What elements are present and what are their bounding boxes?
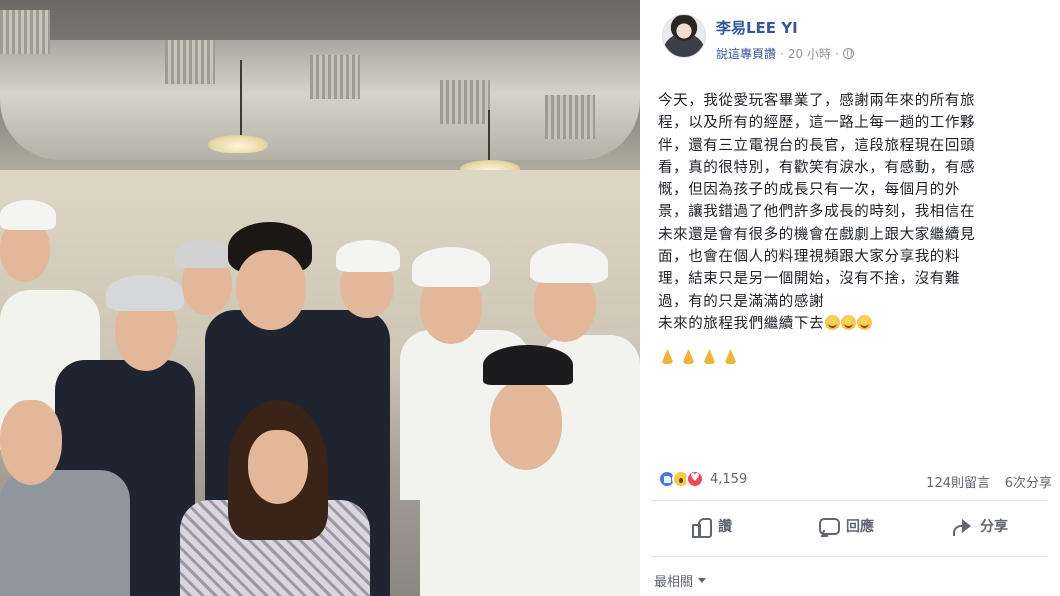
body-line: 看，真的很特別，有歡笑有淚水，有感動，有感 xyxy=(658,159,976,176)
grinning-face-icon xyxy=(857,314,873,330)
body-line: 景，讓我錯過了他們許多成長的時刻，我相信在 xyxy=(658,204,976,221)
share-count[interactable]: 6次分享 xyxy=(1005,472,1052,491)
like-label: 讚 xyxy=(718,519,732,535)
body-line: 程，以及所有的經歷，這一路上每一趟的工作夥 xyxy=(658,115,976,132)
person-face xyxy=(236,250,306,330)
avatar[interactable] xyxy=(662,14,706,58)
prayer-emoji-row xyxy=(658,348,740,365)
post-panel: 李易LEE YI 說這專頁讚 · 20 小時 · 今天，我從愛玩客畢業了，感謝兩… xyxy=(640,0,1060,596)
chef-coat xyxy=(420,450,640,596)
share-button[interactable]: 分享 xyxy=(952,516,1008,536)
meta-separator: · xyxy=(780,46,784,61)
comment-sort-dropdown[interactable]: 最相關 xyxy=(654,571,707,590)
post-body: 今天，我從愛玩客畢業了，感謝兩年來的所有旅 程，以及所有的經歷，這一路上每一趟的… xyxy=(658,90,1046,335)
timestamp[interactable]: 20 小時 xyxy=(788,45,831,62)
love-reaction-icon xyxy=(686,470,704,488)
folded-hands-icon xyxy=(658,348,677,365)
person-face xyxy=(248,430,308,504)
lamp-wire xyxy=(240,60,242,140)
chef-hat xyxy=(106,275,184,311)
ceiling-vent xyxy=(545,95,595,139)
sort-label: 最相關 xyxy=(654,575,694,590)
share-icon xyxy=(952,516,972,536)
person-face xyxy=(0,400,62,485)
reaction-count: 4,159 xyxy=(710,471,748,487)
ceiling-lamp xyxy=(208,135,268,153)
author-name[interactable]: 李易LEE YI xyxy=(716,17,798,38)
chef-hat xyxy=(175,240,233,268)
chef-hat xyxy=(412,247,490,287)
divider xyxy=(652,556,1048,557)
ceiling-vent xyxy=(440,80,490,124)
chef-hat xyxy=(336,240,400,272)
comment-icon xyxy=(818,516,840,536)
folded-hands-icon xyxy=(679,348,698,365)
globe-icon xyxy=(842,48,854,59)
body-line: 慨，但因為孩子的成長只有一次，每個月的外 xyxy=(658,182,960,199)
ceiling-vent xyxy=(0,10,50,54)
body-line: 面，也會在個人的料理視頻跟大家分享我的料 xyxy=(658,249,960,266)
folded-hands-icon xyxy=(700,348,719,365)
ceiling-vent xyxy=(165,40,215,84)
meta-separator: · xyxy=(834,46,839,61)
person-face xyxy=(490,380,562,470)
source-link[interactable]: 說這專頁讚 xyxy=(716,45,776,62)
reaction-summary[interactable]: 4,159 xyxy=(658,470,747,488)
body-line: 伴，還有三立電視台的長官，這段旅程現在回頭 xyxy=(658,137,976,154)
body-line-last: 未來的旅程我們繼續下去 xyxy=(658,313,1046,335)
chef-hat xyxy=(0,200,56,230)
grinning-face-icon xyxy=(825,314,841,330)
black-cap xyxy=(483,345,573,385)
body-line: 理，結束只是另一個開始，沒有不捨，沒有難 xyxy=(658,271,960,288)
comment-label: 回應 xyxy=(846,519,874,535)
body-line: 今天，我從愛玩客畢業了，感謝兩年來的所有旅 xyxy=(658,93,976,109)
comment-count[interactable]: 124則留言 xyxy=(926,472,990,491)
post-photo[interactable] xyxy=(0,0,640,596)
chef-hat xyxy=(530,243,608,283)
thumbs-up-icon xyxy=(690,516,712,538)
caret-down-icon xyxy=(698,578,707,583)
folded-hands-icon xyxy=(721,348,740,365)
post-meta: 說這專頁讚 · 20 小時 · xyxy=(716,45,854,62)
share-label: 分享 xyxy=(980,519,1008,535)
body-line: 過，有的只是滿滿的感謝 xyxy=(658,293,825,310)
lamp-wire xyxy=(488,110,490,160)
grinning-face-icon xyxy=(841,314,857,330)
suit-jacket xyxy=(0,470,130,596)
like-button[interactable]: 讚 xyxy=(690,516,732,538)
comment-button[interactable]: 回應 xyxy=(818,516,874,536)
body-line: 未來還是會有很多的機會在戲劇上跟大家繼續見 xyxy=(658,226,976,243)
divider xyxy=(652,500,1048,501)
body-line: 未來的旅程我們繼續下去 xyxy=(658,315,825,332)
ceiling-vent xyxy=(310,55,360,99)
